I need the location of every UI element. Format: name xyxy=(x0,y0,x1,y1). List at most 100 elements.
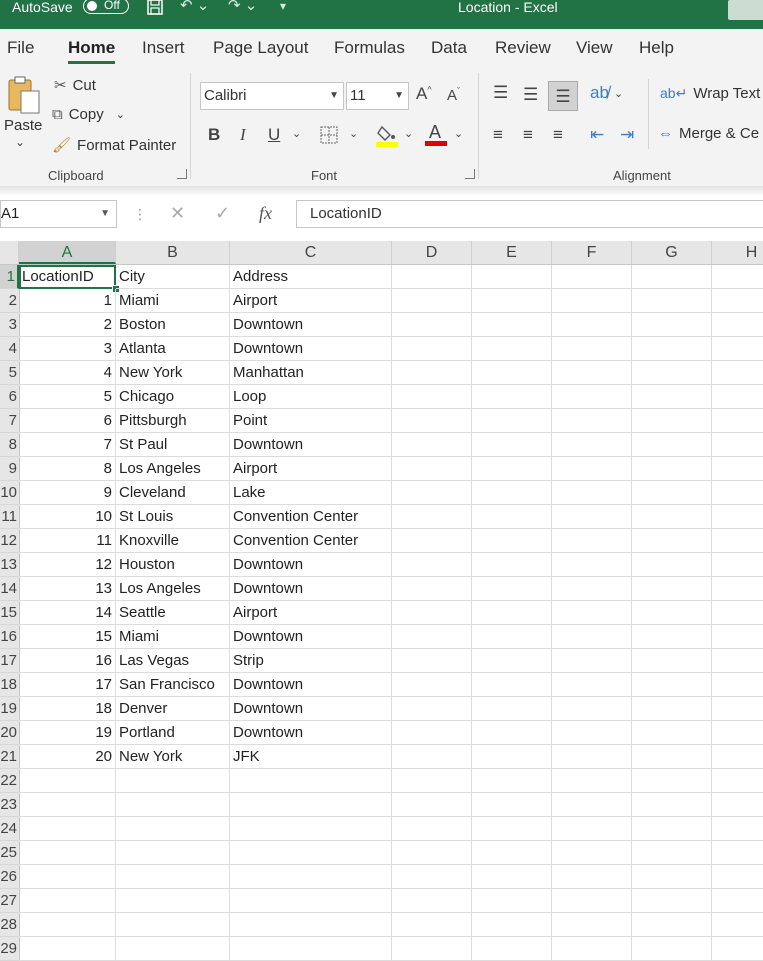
cell-g29[interactable] xyxy=(632,937,712,961)
cell-g4[interactable] xyxy=(632,337,712,361)
cell-c9[interactable]: Airport xyxy=(230,457,392,481)
cell-h23[interactable] xyxy=(712,793,763,817)
cell-b26[interactable] xyxy=(116,865,230,889)
cell-f10[interactable] xyxy=(552,481,632,505)
cell-a4[interactable]: 3 xyxy=(19,337,116,361)
bold-button[interactable]: B xyxy=(208,125,220,145)
cell-e27[interactable] xyxy=(472,889,552,913)
cell-g10[interactable] xyxy=(632,481,712,505)
cell-f3[interactable] xyxy=(552,313,632,337)
cell-a11[interactable]: 10 xyxy=(19,505,116,529)
cell-d18[interactable] xyxy=(392,673,472,697)
cell-f24[interactable] xyxy=(552,817,632,841)
cell-b4[interactable]: Atlanta xyxy=(116,337,230,361)
cell-f16[interactable] xyxy=(552,625,632,649)
row-header-26[interactable]: 26 xyxy=(0,865,19,889)
cell-b27[interactable] xyxy=(116,889,230,913)
cell-f2[interactable] xyxy=(552,289,632,313)
row-header-23[interactable]: 23 xyxy=(0,793,19,817)
cell-e21[interactable] xyxy=(472,745,552,769)
row-header-19[interactable]: 19 xyxy=(0,697,19,721)
cell-b29[interactable] xyxy=(116,937,230,961)
cell-c21[interactable]: JFK xyxy=(230,745,392,769)
cell-d21[interactable] xyxy=(392,745,472,769)
underline-button[interactable]: U xyxy=(268,125,280,145)
cell-b15[interactable]: Seattle xyxy=(116,601,230,625)
cell-f17[interactable] xyxy=(552,649,632,673)
italic-button[interactable]: I xyxy=(240,125,246,145)
cell-c14[interactable]: Downtown xyxy=(230,577,392,601)
row-header-10[interactable]: 10 xyxy=(0,481,19,505)
cell-a15[interactable]: 14 xyxy=(19,601,116,625)
tab-review[interactable]: Review xyxy=(495,38,551,58)
tab-data[interactable]: Data xyxy=(431,38,467,58)
cell-e20[interactable] xyxy=(472,721,552,745)
name-box[interactable]: A1 ▼ xyxy=(0,200,117,228)
cell-f15[interactable] xyxy=(552,601,632,625)
cell-b21[interactable]: New York xyxy=(116,745,230,769)
insert-function-icon[interactable]: fx xyxy=(259,203,272,224)
cell-f14[interactable] xyxy=(552,577,632,601)
cell-e8[interactable] xyxy=(472,433,552,457)
cell-e6[interactable] xyxy=(472,385,552,409)
cell-h28[interactable] xyxy=(712,913,763,937)
autosave-toggle[interactable]: Off xyxy=(83,0,129,14)
cell-c23[interactable] xyxy=(230,793,392,817)
row-header-25[interactable]: 25 xyxy=(0,841,19,865)
cell-h5[interactable] xyxy=(712,361,763,385)
align-center-icon[interactable]: ≡ xyxy=(523,125,533,145)
row-header-5[interactable]: 5 xyxy=(0,361,19,385)
cell-f22[interactable] xyxy=(552,769,632,793)
redo-icon[interactable]: ↷ ⌄ xyxy=(228,0,257,14)
cell-e24[interactable] xyxy=(472,817,552,841)
cell-e28[interactable] xyxy=(472,913,552,937)
cell-a27[interactable] xyxy=(19,889,116,913)
cell-e13[interactable] xyxy=(472,553,552,577)
increase-font-icon[interactable]: A^ xyxy=(416,84,432,104)
wrap-text-button[interactable]: ab↵ Wrap Text xyxy=(660,85,760,102)
cell-h12[interactable] xyxy=(712,529,763,553)
cell-a29[interactable] xyxy=(19,937,116,961)
cell-a6[interactable]: 5 xyxy=(19,385,116,409)
increase-indent-icon[interactable]: ⇥ xyxy=(620,125,634,145)
cell-f19[interactable] xyxy=(552,697,632,721)
row-header-13[interactable]: 13 xyxy=(0,553,19,577)
cell-h15[interactable] xyxy=(712,601,763,625)
cell-e26[interactable] xyxy=(472,865,552,889)
cell-b2[interactable]: Miami xyxy=(116,289,230,313)
cell-c3[interactable]: Downtown xyxy=(230,313,392,337)
cell-b25[interactable] xyxy=(116,841,230,865)
row-header-8[interactable]: 8 xyxy=(0,433,19,457)
column-header-d[interactable]: D xyxy=(392,241,472,264)
cell-f6[interactable] xyxy=(552,385,632,409)
row-header-17[interactable]: 17 xyxy=(0,649,19,673)
cell-c18[interactable]: Downtown xyxy=(230,673,392,697)
cell-h16[interactable] xyxy=(712,625,763,649)
cell-h6[interactable] xyxy=(712,385,763,409)
decrease-indent-icon[interactable]: ⇤ xyxy=(590,125,604,145)
cell-e7[interactable] xyxy=(472,409,552,433)
cell-b10[interactable]: Cleveland xyxy=(116,481,230,505)
tab-help[interactable]: Help xyxy=(639,38,674,58)
cell-f26[interactable] xyxy=(552,865,632,889)
cell-f7[interactable] xyxy=(552,409,632,433)
cell-b17[interactable]: Las Vegas xyxy=(116,649,230,673)
cell-f11[interactable] xyxy=(552,505,632,529)
cell-h22[interactable] xyxy=(712,769,763,793)
column-header-b[interactable]: B xyxy=(116,241,230,264)
cell-a24[interactable] xyxy=(19,817,116,841)
cell-h26[interactable] xyxy=(712,865,763,889)
cell-c5[interactable]: Manhattan xyxy=(230,361,392,385)
cell-d13[interactable] xyxy=(392,553,472,577)
font-color-dropdown-icon[interactable]: ⌄ xyxy=(454,127,463,140)
cell-g19[interactable] xyxy=(632,697,712,721)
cell-a22[interactable] xyxy=(19,769,116,793)
cell-d12[interactable] xyxy=(392,529,472,553)
cell-g6[interactable] xyxy=(632,385,712,409)
cell-c15[interactable]: Airport xyxy=(230,601,392,625)
row-header-21[interactable]: 21 xyxy=(0,745,19,769)
cell-d19[interactable] xyxy=(392,697,472,721)
cell-f21[interactable] xyxy=(552,745,632,769)
cell-g26[interactable] xyxy=(632,865,712,889)
cell-d25[interactable] xyxy=(392,841,472,865)
